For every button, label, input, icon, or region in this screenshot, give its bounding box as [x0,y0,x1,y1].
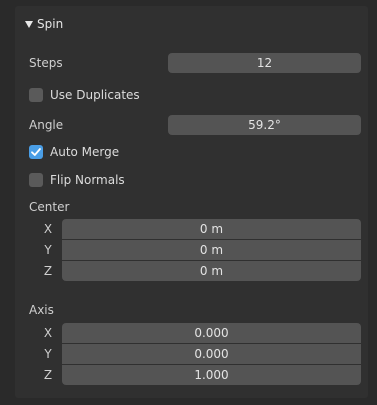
angle-field[interactable]: 59.2° [168,115,361,135]
steps-row: Steps 12 [15,51,368,75]
center-z-label: Z [43,264,53,278]
auto-merge-label: Auto Merge [50,145,120,159]
use-duplicates-row[interactable]: Use Duplicates [15,83,368,107]
axis-x-field[interactable]: 0.000 [62,323,361,343]
axis-z-label: Z [43,368,53,382]
panel-header[interactable]: Spin [15,12,368,36]
steps-field[interactable]: 12 [168,53,361,73]
center-z-row: Z 0 m [15,261,368,281]
axis-z-row: Z 1.000 [15,365,368,385]
steps-label: Steps [29,56,63,70]
center-z-field[interactable]: 0 m [62,261,361,281]
checkmark-icon [31,148,41,156]
angle-row: Angle 59.2° [15,113,368,137]
axis-z-field[interactable]: 1.000 [62,365,361,385]
collapse-triangle-icon[interactable] [25,20,33,28]
axis-x-label: X [43,326,53,340]
center-label: Center [29,200,70,214]
flip-normals-label: Flip Normals [50,173,125,187]
axis-y-row: Y 0.000 [15,344,368,364]
axis-label: Axis [29,303,54,317]
axis-y-label: Y [44,347,52,361]
center-y-row: Y 0 m [15,240,368,260]
center-x-field[interactable]: 0 m [62,219,361,239]
center-y-field[interactable]: 0 m [62,240,361,260]
axis-y-field[interactable]: 0.000 [62,344,361,364]
axis-x-row: X 0.000 [15,323,368,343]
flip-normals-checkbox[interactable] [29,173,43,187]
center-header-row: Center [15,195,368,219]
panel-title: Spin [37,17,64,31]
axis-header-row: Axis [15,298,368,322]
spin-operator-panel: Spin Steps 12 Use Duplicates Angle 59.2°… [15,6,368,398]
auto-merge-checkbox[interactable] [29,145,43,159]
center-y-label: Y [44,243,52,257]
auto-merge-row[interactable]: Auto Merge [15,140,368,164]
flip-normals-row[interactable]: Flip Normals [15,168,368,192]
use-duplicates-label: Use Duplicates [50,88,140,102]
center-x-label: X [43,222,53,236]
angle-label: Angle [29,118,64,132]
use-duplicates-checkbox[interactable] [29,88,43,102]
center-x-row: X 0 m [15,219,368,239]
